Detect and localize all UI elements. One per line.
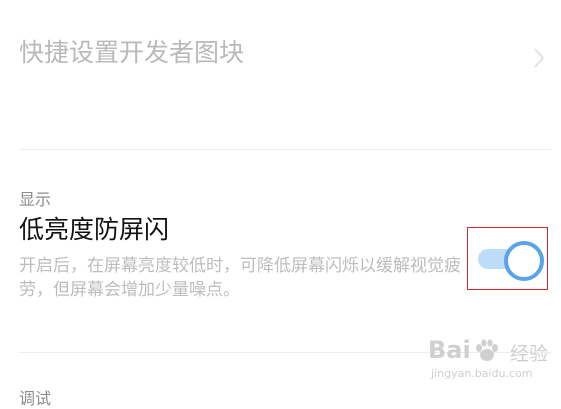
divider [19, 149, 551, 150]
display-section-header: 显示 [19, 190, 52, 209]
watermark-brand: Bai [428, 336, 471, 364]
baidu-jingyan-watermark: Bai 经验 jingyan.baidu.com [426, 336, 556, 386]
quick-settings-developer-tiles-row[interactable]: 快捷设置开发者图块 [0, 22, 561, 86]
quick-settings-developer-tiles-title: 快捷设置开发者图块 [19, 38, 245, 67]
debug-section-header: 调试 [19, 389, 52, 408]
low-brightness-anti-flicker-toggle[interactable] [478, 241, 544, 281]
toggle-knob [504, 241, 544, 281]
chevron-right-icon [534, 48, 545, 68]
low-brightness-anti-flicker-title: 低亮度防屏闪 [19, 215, 170, 244]
baidu-paw-icon [476, 339, 498, 361]
watermark-brand-suffix: 经验 [510, 343, 549, 365]
low-brightness-anti-flicker-description: 开启后，在屏幕亮度较低时，可降低屏幕闪烁以缓解视觉疲劳，但屏幕会增加少量噪点。 [19, 256, 461, 300]
watermark-site: jingyan.baidu.com [431, 367, 533, 380]
